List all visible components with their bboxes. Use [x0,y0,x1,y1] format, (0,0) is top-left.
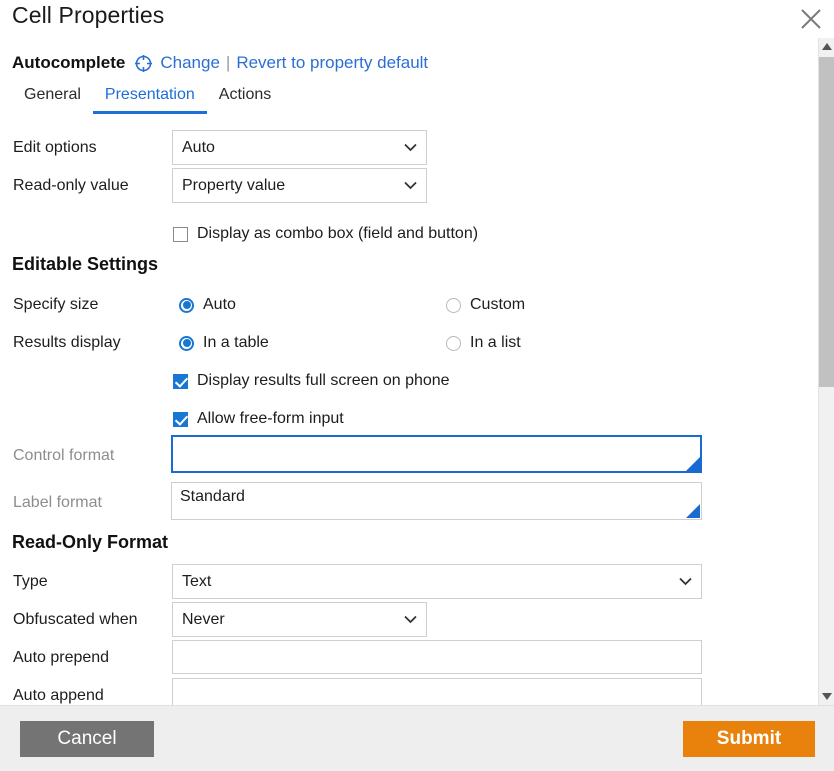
label-format-input[interactable] [171,482,702,520]
edit-options-select-wrap: Auto [172,130,427,165]
label-format-wrap [171,482,702,520]
obfuscated-when-select[interactable]: Never [172,602,427,637]
specify-size-auto-label: Auto [203,296,236,313]
revert-to-property-default-link[interactable]: Revert to property default [236,53,428,73]
read-only-value-label: Read-only value [13,177,129,194]
display-as-combo-box-checkbox-row[interactable]: Display as combo box (field and button) [173,225,478,243]
cell-properties-dialog: Cell Properties Autocomplete Change | Re… [0,0,834,771]
read-only-value-select-wrap: Property value [172,168,427,203]
property-name: Autocomplete [12,53,126,72]
results-display-in-a-table-label: In a table [203,334,269,351]
obfuscated-when-select-wrap: Never [172,602,427,637]
change-link[interactable]: Change [160,53,220,73]
tab-bar: General Presentation Actions [12,84,283,116]
full-screen-on-phone-checkbox[interactable] [173,373,188,389]
header-separator: | [225,53,231,72]
read-only-format-heading: Read-Only Format [12,532,169,552]
submit-button[interactable]: Submit [683,721,815,757]
scroll-up-arrow-icon[interactable] [819,38,834,55]
full-screen-on-phone-label: Display results full screen on phone [197,372,450,389]
dialog-title-bar: Cell Properties [0,0,834,40]
obfuscated-when-label: Obfuscated when [13,611,138,628]
edit-options-label: Edit options [13,139,97,156]
cancel-button[interactable]: Cancel [20,721,154,757]
results-display-label: Results display [13,334,121,351]
allow-free-form-input-checkbox-row[interactable]: Allow free-form input [173,410,344,428]
radio-custom[interactable] [446,297,461,313]
radio-in-a-table[interactable] [179,335,194,351]
radio-auto[interactable] [179,297,194,313]
control-format-input[interactable] [171,435,702,473]
auto-prepend-input[interactable] [172,640,702,674]
type-select[interactable]: Text [172,564,702,599]
dialog-content: Edit options Auto Read-only value Proper… [0,122,818,705]
tab-actions[interactable]: Actions [207,84,283,114]
tab-presentation[interactable]: Presentation [92,84,207,114]
results-display-option-in-a-list[interactable]: In a list [446,334,521,352]
allow-free-form-input-label: Allow free-form input [197,410,344,427]
type-select-wrap: Text [172,564,702,599]
full-screen-on-phone-checkbox-row[interactable]: Display results full screen on phone [173,372,450,390]
read-only-value-select[interactable]: Property value [172,168,427,203]
edit-options-select[interactable]: Auto [172,130,427,165]
tab-general[interactable]: General [12,84,93,114]
auto-append-label: Auto append [13,687,104,704]
close-x-icon [794,6,828,32]
property-header: Autocomplete Change | Revert to property… [12,53,428,73]
label-format-label: Label format [13,494,102,511]
display-as-combo-box-checkbox[interactable] [173,226,188,242]
page-title: Cell Properties [12,2,165,28]
specify-size-label: Specify size [13,296,99,313]
allow-free-form-input-checkbox[interactable] [173,411,188,427]
specify-size-option-auto[interactable]: Auto [179,296,236,314]
specify-size-option-custom[interactable]: Custom [446,296,525,314]
scrollbar-thumb[interactable] [819,57,834,387]
close-button[interactable] [794,2,828,36]
vertical-scrollbar[interactable] [818,38,834,705]
control-format-wrap [171,435,702,473]
auto-append-input[interactable] [172,678,702,705]
results-display-in-a-list-label: In a list [470,334,521,351]
type-label: Type [13,573,48,590]
display-as-combo-box-label: Display as combo box (field and button) [197,225,479,242]
crosshair-target-icon[interactable] [134,54,153,73]
specify-size-custom-label: Custom [470,296,526,313]
control-format-label: Control format [13,447,115,464]
dialog-footer: Cancel Submit [0,705,834,771]
auto-prepend-label: Auto prepend [13,649,110,666]
editable-settings-heading: Editable Settings [12,254,159,274]
scroll-down-arrow-icon[interactable] [819,688,834,705]
radio-in-a-list[interactable] [446,335,461,351]
results-display-option-in-a-table[interactable]: In a table [179,334,269,352]
